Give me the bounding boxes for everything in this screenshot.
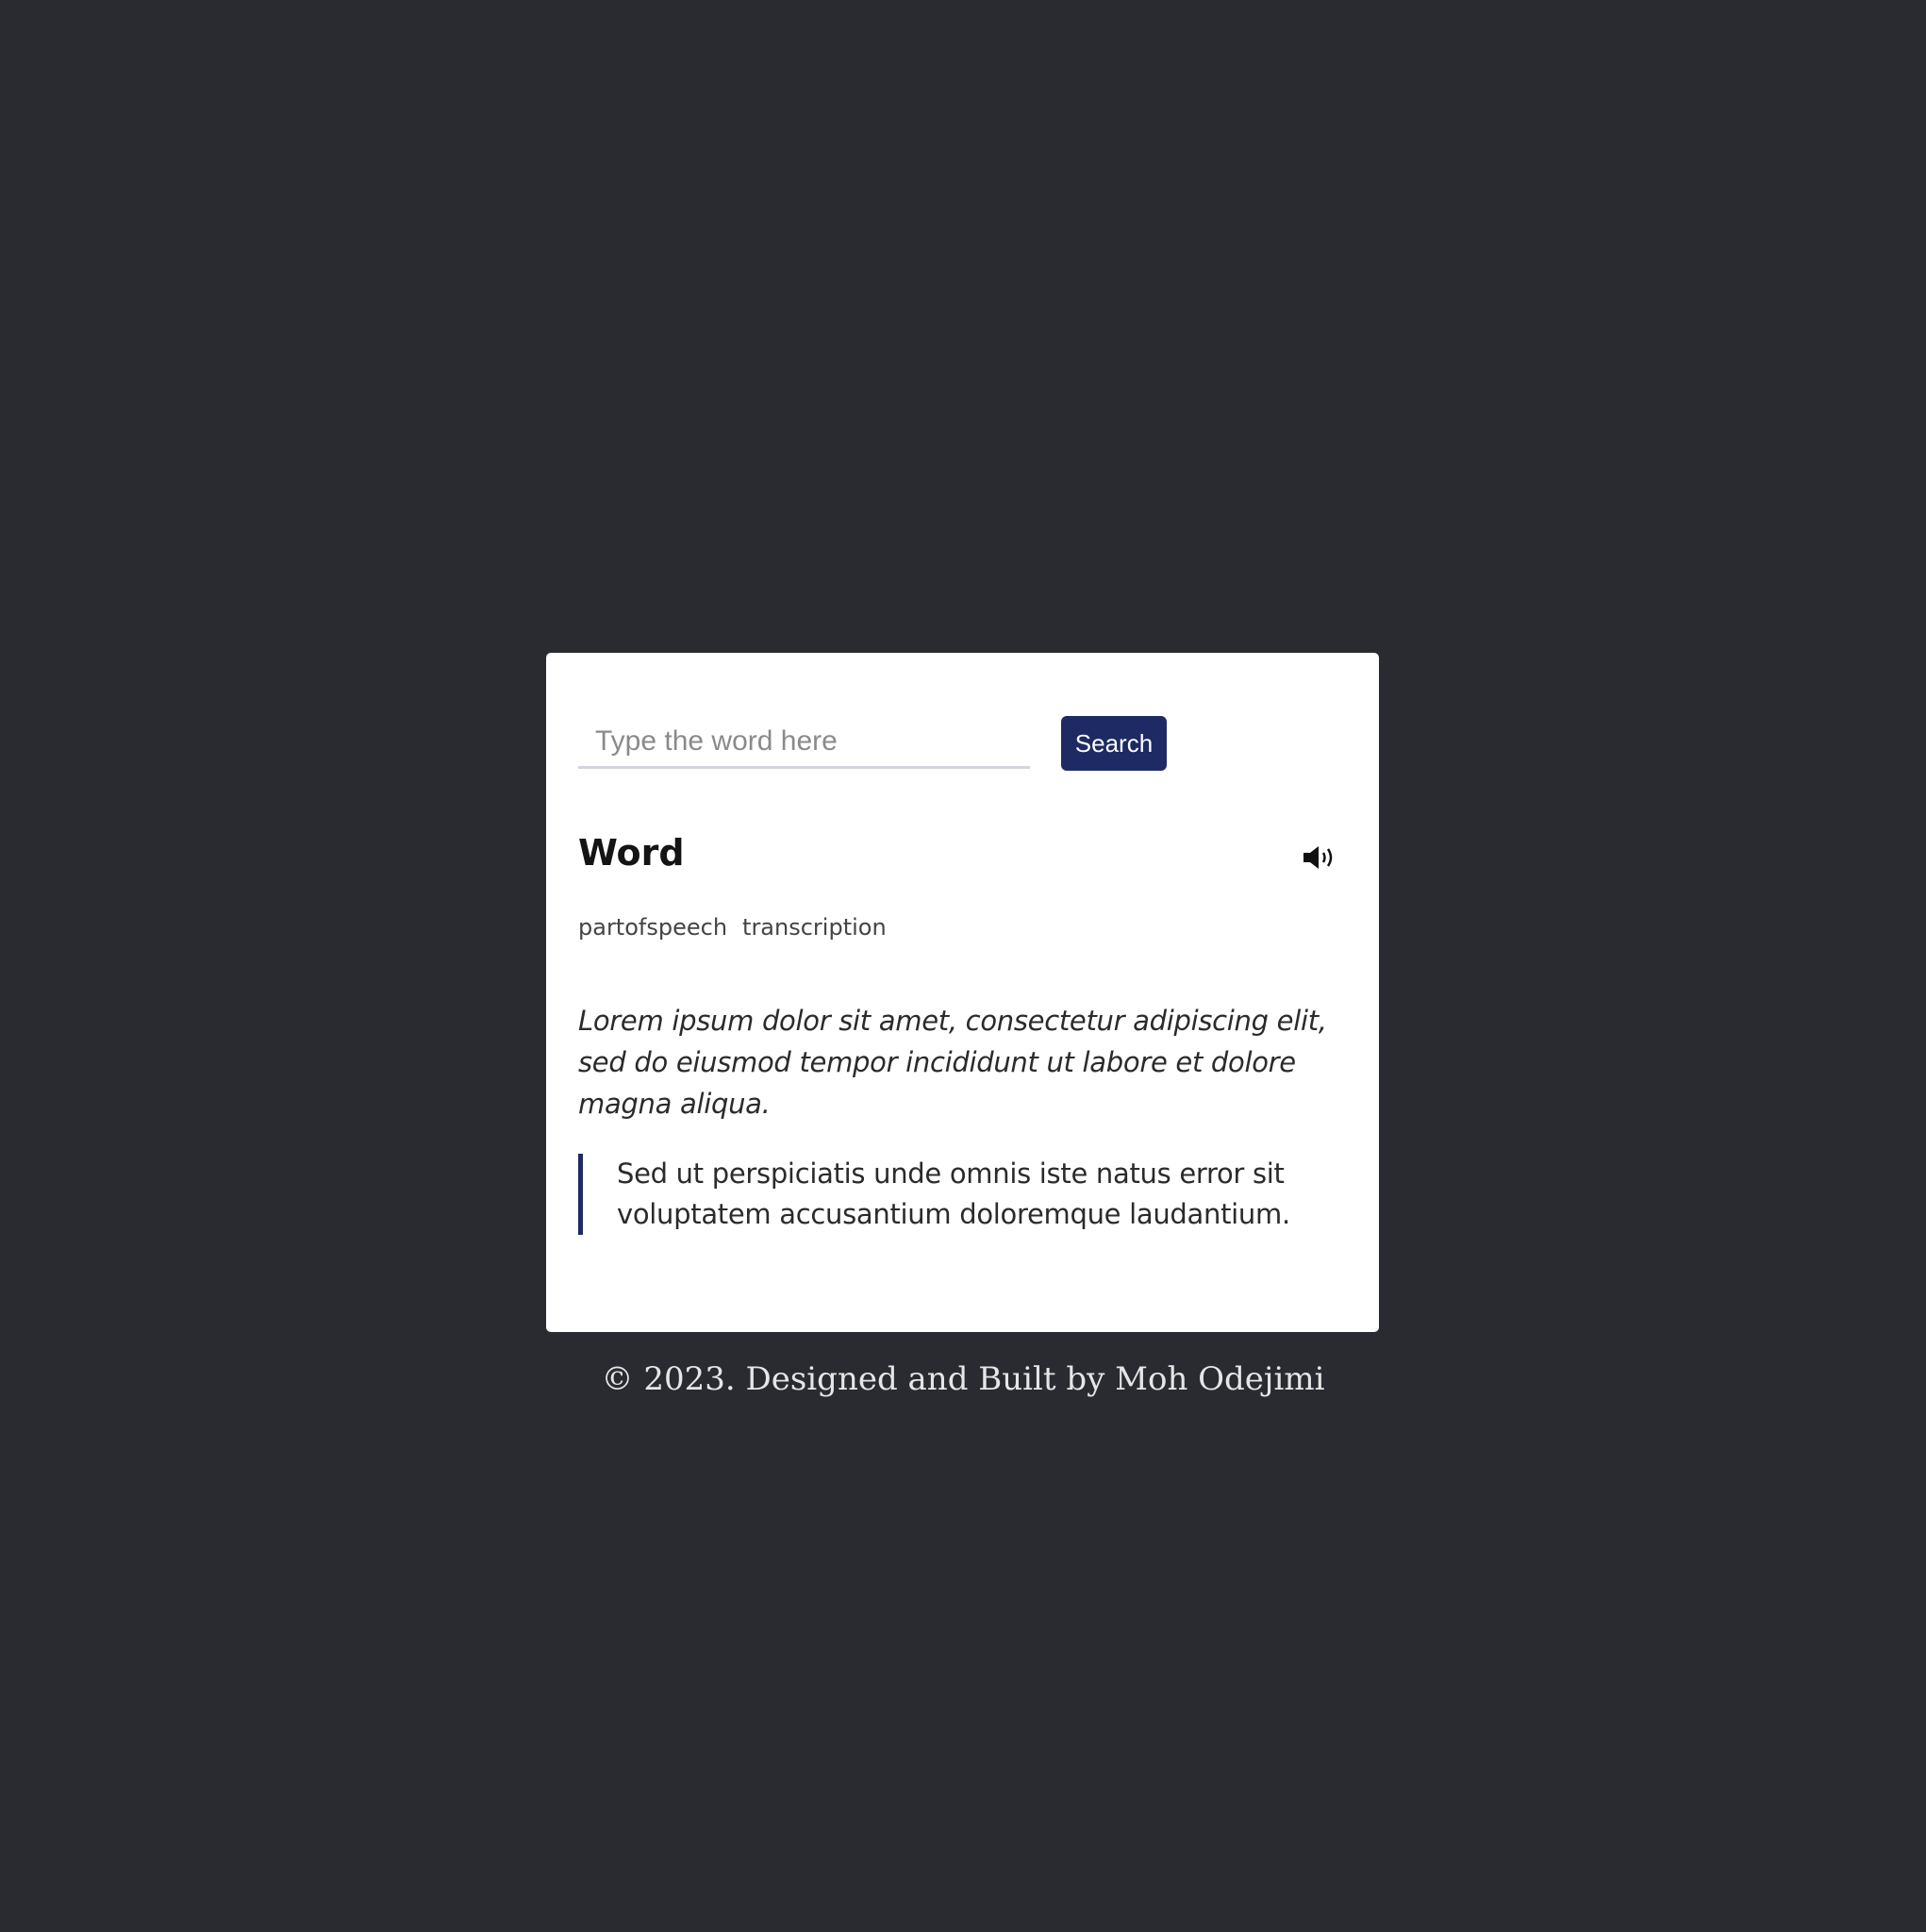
part-of-speech: partofspeech — [578, 914, 728, 941]
word-title: Word — [578, 832, 685, 874]
dictionary-card: Search Word partofspeech transcription Lo… — [546, 653, 1379, 1332]
footer-credit: © 2023. Designed and Built by Moh Odejim… — [601, 1360, 1325, 1398]
example-quote: Sed ut perspiciatis unde omnis iste natu… — [578, 1154, 1314, 1235]
search-button[interactable]: Search — [1061, 716, 1167, 771]
search-input[interactable] — [578, 716, 1030, 769]
definition-text: Lorem ipsum dolor sit amet, consectetur … — [578, 1005, 1327, 1120]
speaker-icon[interactable] — [1301, 843, 1338, 872]
word-meta: partofspeech transcription — [578, 913, 887, 941]
transcription: transcription — [742, 914, 887, 941]
